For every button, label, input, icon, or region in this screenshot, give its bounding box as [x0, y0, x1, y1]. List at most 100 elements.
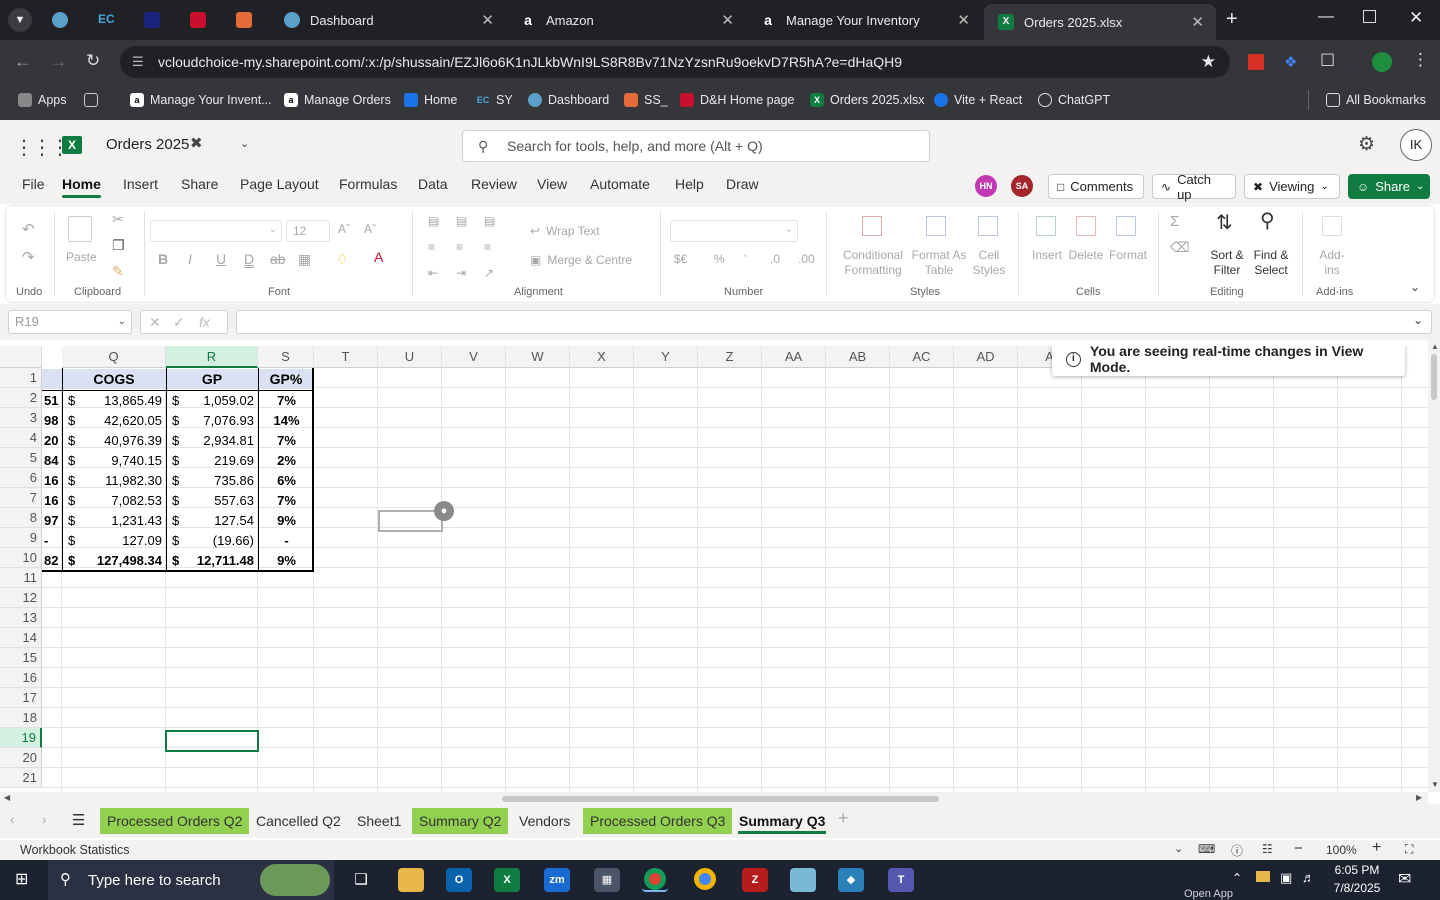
filezilla-icon[interactable]: Z — [742, 868, 768, 892]
network-icon[interactable]: ▣ — [1280, 870, 1292, 886]
borders-icon[interactable]: ▦ — [298, 252, 311, 267]
status-chevron-icon[interactable]: ⌄ — [1174, 842, 1183, 855]
site-info-icon[interactable]: ☰ — [132, 46, 144, 78]
bookmark-chatgpt[interactable]: ChatGPT — [1038, 84, 1110, 116]
tab-dashboard[interactable]: Dashboard ✕ — [270, 0, 506, 40]
vertical-scroll-thumb[interactable] — [1431, 354, 1437, 400]
collapse-ribbon-icon[interactable]: ⌄ — [1410, 280, 1420, 295]
pinned-tab-dashboard-icon[interactable] — [52, 12, 68, 28]
row-header-16[interactable]: 16 — [0, 668, 42, 688]
tab-amazon[interactable]: a Amazon ✕ — [506, 0, 746, 40]
title-dropdown-icon[interactable]: ⌄ — [240, 137, 249, 150]
url-input[interactable]: ☰ vcloudchoice-my.sharepoint.com/:x:/p/s… — [120, 46, 1230, 78]
comma-icon[interactable]: ’ — [744, 252, 747, 267]
font-color-icon[interactable]: A — [374, 250, 383, 265]
bookmark-orders-xlsx[interactable]: X Orders 2025.xlsx — [810, 84, 924, 116]
profile-avatar-icon[interactable] — [1372, 52, 1392, 72]
row-header-8[interactable]: 8 — [0, 508, 42, 528]
bookmark-ss[interactable]: SS_ — [624, 84, 668, 116]
column-header-x[interactable]: X — [570, 346, 634, 368]
row-header-17[interactable]: 17 — [0, 688, 42, 708]
name-box[interactable]: R19 ⌄ — [8, 310, 132, 334]
back-icon[interactable]: ← — [14, 52, 31, 72]
column-header-v[interactable]: V — [442, 346, 506, 368]
insert-function-icon[interactable]: fx — [199, 311, 210, 333]
close-tab-icon[interactable]: ✕ — [1191, 13, 1204, 31]
extension-blue-icon[interactable]: ❖ — [1284, 53, 1297, 71]
copy-icon[interactable]: ❐ — [112, 238, 125, 253]
row-header-21[interactable]: 21 — [0, 768, 42, 788]
row-header-10[interactable]: 10 — [0, 548, 42, 568]
catch-up-button[interactable]: ∿ Catch up — [1152, 172, 1236, 202]
scroll-left-icon[interactable]: ◀ — [4, 793, 10, 802]
row-header-9[interactable]: 9 — [0, 528, 42, 548]
row-header-4[interactable]: 4 — [0, 428, 42, 448]
row-header-18[interactable]: 18 — [0, 708, 42, 728]
new-tab-icon[interactable]: + — [1226, 8, 1238, 31]
paste-icon[interactable] — [68, 216, 92, 242]
bookmark-dh-home[interactable]: D&H Home page — [680, 84, 795, 116]
sheet-tab-processed-orders-q2[interactable]: Processed Orders Q2 — [100, 808, 250, 834]
align-left-icon[interactable]: ≡ — [428, 240, 435, 255]
add-sheet-icon[interactable]: + — [838, 808, 849, 829]
row-header-5[interactable]: 5 — [0, 448, 42, 468]
column-header-ac[interactable]: AC — [890, 346, 954, 368]
browser-menu-icon[interactable]: ⋮ — [1412, 50, 1429, 70]
clock-time[interactable]: 6:05 PM — [1333, 863, 1381, 877]
keyboard-icon[interactable]: ⌨ — [1198, 842, 1215, 856]
pinned-tab-ss-icon[interactable] — [236, 12, 252, 28]
format-as-table-button[interactable]: Format As Table — [908, 248, 970, 278]
chrome-icon-active[interactable] — [642, 868, 668, 892]
number-format-select[interactable]: ⌄ — [670, 220, 798, 242]
close-tab-icon[interactable]: ✕ — [721, 11, 734, 29]
document-title[interactable]: Orders 2025 — [106, 136, 189, 153]
expand-formula-icon[interactable]: ⌄ — [1413, 313, 1423, 327]
pinned-tab-tau-icon[interactable] — [144, 12, 160, 28]
orientation-icon[interactable]: ↗ — [484, 266, 494, 281]
sheet-tab-cancelled-q2[interactable]: Cancelled Q2 — [249, 808, 348, 834]
tray-chevron-icon[interactable]: ⌃ — [1232, 871, 1242, 885]
search-input[interactable]: Search for tools, help, and more (Alt + … — [462, 130, 930, 162]
undo-icon[interactable]: ↶ — [22, 222, 35, 237]
column-header-z[interactable]: Z — [698, 346, 762, 368]
sort-filter-icon[interactable]: ⇅ — [1216, 213, 1233, 233]
notification-icon[interactable]: ✉ — [1398, 869, 1411, 889]
share-button[interactable]: ☺ Share ⌄ — [1348, 174, 1430, 199]
presence-avatar-sa[interactable]: SA — [1011, 175, 1033, 197]
clear-icon[interactable]: ⌫ — [1170, 240, 1190, 255]
selected-cell-r19[interactable] — [165, 730, 259, 752]
bookmark-sy[interactable]: EC SY — [476, 84, 513, 116]
prev-sheet-icon[interactable]: ‹ — [10, 812, 14, 827]
format-cells-icon[interactable] — [1116, 216, 1136, 236]
reload-icon[interactable]: ↻ — [86, 51, 100, 71]
tab-insert[interactable]: Insert — [123, 176, 158, 192]
tab-data[interactable]: Data — [418, 176, 448, 192]
chrome-icon[interactable] — [692, 868, 718, 892]
double-underline-icon[interactable]: D — [244, 252, 254, 267]
extension-red-icon[interactable] — [1248, 54, 1264, 70]
column-header-aa[interactable]: AA — [762, 346, 826, 368]
horizontal-scroll-thumb[interactable] — [502, 796, 939, 802]
bookmark-vite-react[interactable]: Vite + React — [934, 84, 1022, 116]
editor-icon[interactable] — [790, 868, 816, 892]
column-header-t[interactable]: T — [314, 346, 378, 368]
row-header-11[interactable]: 11 — [0, 568, 42, 588]
cancel-formula-icon[interactable]: ✕ — [149, 311, 161, 333]
file-explorer-icon[interactable] — [398, 868, 424, 892]
minimize-icon[interactable]: — — [1318, 8, 1334, 26]
pinned-tab-ec-icon[interactable]: EC — [98, 12, 116, 28]
task-view-icon[interactable]: ❏ — [348, 868, 374, 892]
vscode-like-icon[interactable]: ◆ — [838, 868, 864, 892]
scroll-right-icon[interactable]: ▶ — [1416, 793, 1422, 802]
forward-icon[interactable]: → — [50, 52, 67, 72]
teams-icon[interactable]: T — [888, 868, 914, 892]
tab-review[interactable]: Review — [471, 176, 517, 192]
insert-cells-label[interactable]: Insert — [1030, 248, 1064, 263]
bookmark-manage-orders[interactable]: a Manage Orders — [284, 84, 391, 116]
zoom-out-icon[interactable]: − — [1294, 840, 1303, 857]
select-all-corner[interactable] — [0, 346, 42, 368]
zoom-in-icon[interactable]: + — [1372, 839, 1381, 857]
feedback-icon[interactable]: ☷ — [1262, 842, 1273, 856]
align-top-icon[interactable]: ▤ — [428, 214, 439, 229]
tab-share[interactable]: Share — [181, 176, 218, 192]
